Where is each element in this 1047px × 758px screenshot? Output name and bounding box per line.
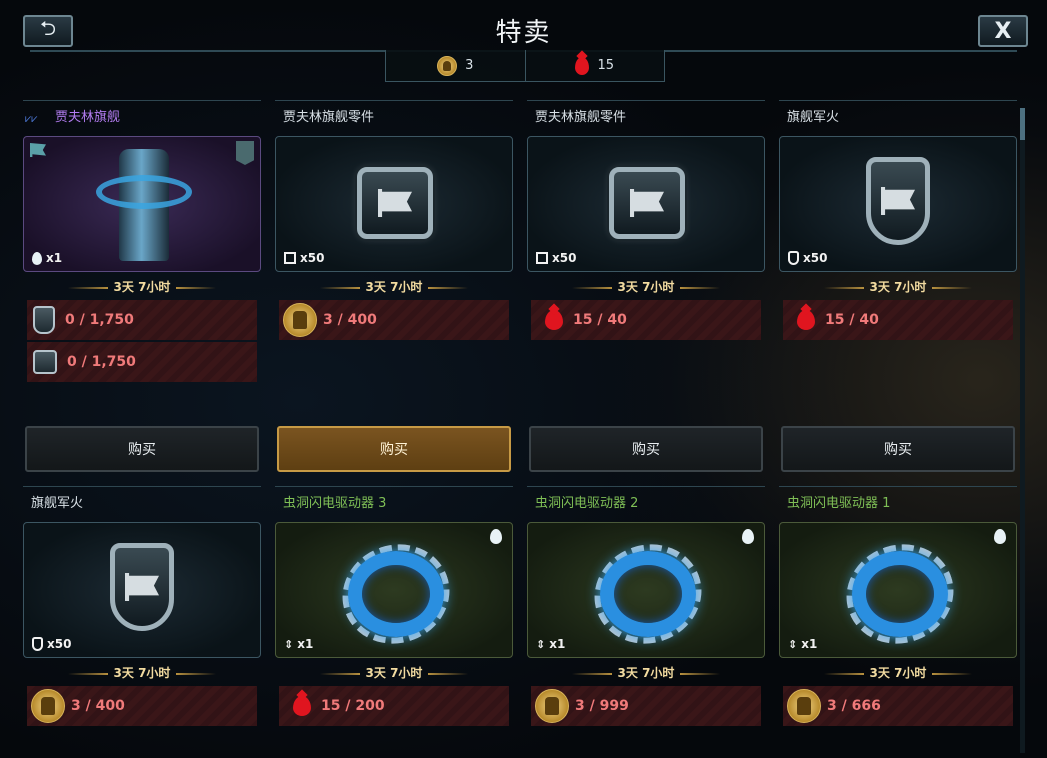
offer-cost: 3 / 666 xyxy=(783,686,1013,726)
coin-icon xyxy=(437,55,458,76)
wormhole-drive-image xyxy=(600,551,696,637)
offer-art[interactable]: x50 xyxy=(527,136,765,272)
shield-badge-image xyxy=(110,543,174,631)
rank-arrows-icon: ⇕ xyxy=(788,637,798,651)
offer-name: 旗舰军火 xyxy=(31,496,84,511)
offer-art[interactable]: x1 xyxy=(23,136,261,272)
offer-timer: 3天 7小时 xyxy=(275,664,513,681)
blood-drop-icon xyxy=(293,696,311,716)
offer-cost: 3 / 400 xyxy=(279,300,509,340)
offer-cost: 0 / 1,750 xyxy=(27,300,257,340)
flag-icon xyxy=(30,143,46,157)
flag-icon xyxy=(378,189,412,217)
drop-icon xyxy=(994,529,1006,544)
drop-icon xyxy=(742,529,754,544)
offer-card: 贾夫林旗舰零件 x50 3天 7小时 15 / 40 购买 xyxy=(527,100,765,472)
square-icon xyxy=(536,252,548,264)
offer-quantity: x50 xyxy=(788,251,827,265)
offer-name: 虫洞闪电驱动器 1 xyxy=(787,496,891,511)
offer-cost: 0 / 1,750 xyxy=(27,342,257,382)
offer-card: 虫洞闪电驱动器 1 ⇕ x1 3天 7小时 3 / 666 xyxy=(779,486,1017,746)
offer-name: 虫洞闪电驱动器 2 xyxy=(535,496,639,511)
offer-art[interactable]: ⇕ x1 xyxy=(779,522,1017,658)
offer-card: 虫洞闪电驱动器 3 ⇕ x1 3天 7小时 15 / 200 xyxy=(275,486,513,746)
blood-amount: 15 xyxy=(597,58,615,73)
wormhole-drive-image xyxy=(852,551,948,637)
offer-quantity: x50 xyxy=(284,251,324,265)
currency-bar: 3 15 xyxy=(385,50,665,82)
page-title: 特卖 xyxy=(495,18,552,48)
offer-timer: 3天 7小时 xyxy=(527,278,765,295)
shield-badge-icon xyxy=(33,306,55,334)
coin-icon xyxy=(535,689,569,723)
rank-arrows-icon: ⇕ xyxy=(284,637,294,651)
square-icon xyxy=(284,252,296,264)
flag-icon xyxy=(630,189,664,217)
buy-button[interactable]: 购买 xyxy=(781,426,1015,472)
wormhole-drive-image xyxy=(348,551,444,637)
offer-art[interactable]: x50 xyxy=(779,136,1017,272)
offer-quantity: ⇕ x1 xyxy=(788,637,818,651)
offer-name: 虫洞闪电驱动器 3 xyxy=(283,496,387,511)
offer-card: 虫洞闪电驱动器 2 ⇕ x1 3天 7小时 3 / 999 xyxy=(527,486,765,746)
offer-quantity: ⇕ x1 xyxy=(284,637,314,651)
offer-name: 贾夫林旗舰零件 xyxy=(535,110,627,125)
shield-icon xyxy=(788,251,799,265)
blood-drop-icon xyxy=(575,56,590,75)
offer-timer: 3天 7小时 xyxy=(23,664,261,681)
rank-arrows-icon: ⇕ xyxy=(536,637,546,651)
square-badge-icon xyxy=(33,350,57,374)
offer-quantity: x50 xyxy=(536,251,576,265)
coin-amount: 3 xyxy=(465,58,474,73)
flag-icon xyxy=(881,187,915,215)
blood-drop-icon xyxy=(797,310,815,330)
offer-art[interactable]: x50 xyxy=(275,136,513,272)
close-button[interactable]: X xyxy=(978,15,1028,47)
offer-card: 旗舰军火 x50 3天 7小时 15 / 40 购买 xyxy=(779,100,1017,472)
offer-art[interactable]: x50 xyxy=(23,522,261,658)
buy-button[interactable]: 购买 xyxy=(25,426,259,472)
coin-icon xyxy=(787,689,821,723)
coin-balance: 3 xyxy=(386,50,525,81)
buy-button[interactable]: 购买 xyxy=(277,426,511,472)
offer-quantity: x1 xyxy=(32,251,62,265)
scrollbar-thumb[interactable] xyxy=(1020,108,1025,141)
rank-tag-icon xyxy=(236,141,254,165)
buy-button[interactable]: 购买 xyxy=(529,426,763,472)
flagship-ring xyxy=(96,175,192,209)
scrollbar[interactable] xyxy=(1020,108,1025,753)
offer-timer: 3天 7小时 xyxy=(779,664,1017,681)
offer-timer: 3天 7小时 xyxy=(275,278,513,295)
offer-cost: 3 / 999 xyxy=(531,686,761,726)
wings-icon: ⩗⩗ xyxy=(25,112,38,125)
flag-icon xyxy=(125,573,159,601)
coin-icon xyxy=(31,689,65,723)
drop-icon xyxy=(32,251,42,265)
offer-name: 贾夫林旗舰零件 xyxy=(283,110,375,125)
flag-badge-image xyxy=(357,167,433,239)
offer-timer: 3天 7小时 xyxy=(23,278,261,295)
offer-cost: 3 / 400 xyxy=(27,686,257,726)
offer-quantity: x50 xyxy=(32,637,71,651)
offer-name: 贾夫林旗舰 xyxy=(55,110,121,125)
offer-card: ⩗⩗ 贾夫林旗舰 x1 3天 7小时 0 / 1,750 0 / 1,750 购… xyxy=(23,100,261,472)
offer-cost: 15 / 40 xyxy=(783,300,1013,340)
offer-cost: 15 / 40 xyxy=(531,300,761,340)
flag-badge-image xyxy=(609,167,685,239)
coin-icon xyxy=(283,303,317,337)
offer-card: 旗舰军火 x50 3天 7小时 3 / 400 xyxy=(23,486,261,746)
offer-timer: 3天 7小时 xyxy=(527,664,765,681)
offer-timer: 3天 7小时 xyxy=(779,278,1017,295)
offer-cost: 15 / 200 xyxy=(279,686,509,726)
offer-name: 旗舰军火 xyxy=(787,110,840,125)
offer-quantity: ⇕ x1 xyxy=(536,637,566,651)
shield-badge-image xyxy=(866,157,930,245)
offer-art[interactable]: ⇕ x1 xyxy=(275,522,513,658)
offer-art[interactable]: ⇕ x1 xyxy=(527,522,765,658)
blood-balance: 15 xyxy=(524,50,665,81)
drop-icon xyxy=(490,529,502,544)
offer-card: 贾夫林旗舰零件 x50 3天 7小时 3 / 400 购买 xyxy=(275,100,513,472)
blood-drop-icon xyxy=(545,310,563,330)
shield-icon xyxy=(32,637,43,651)
